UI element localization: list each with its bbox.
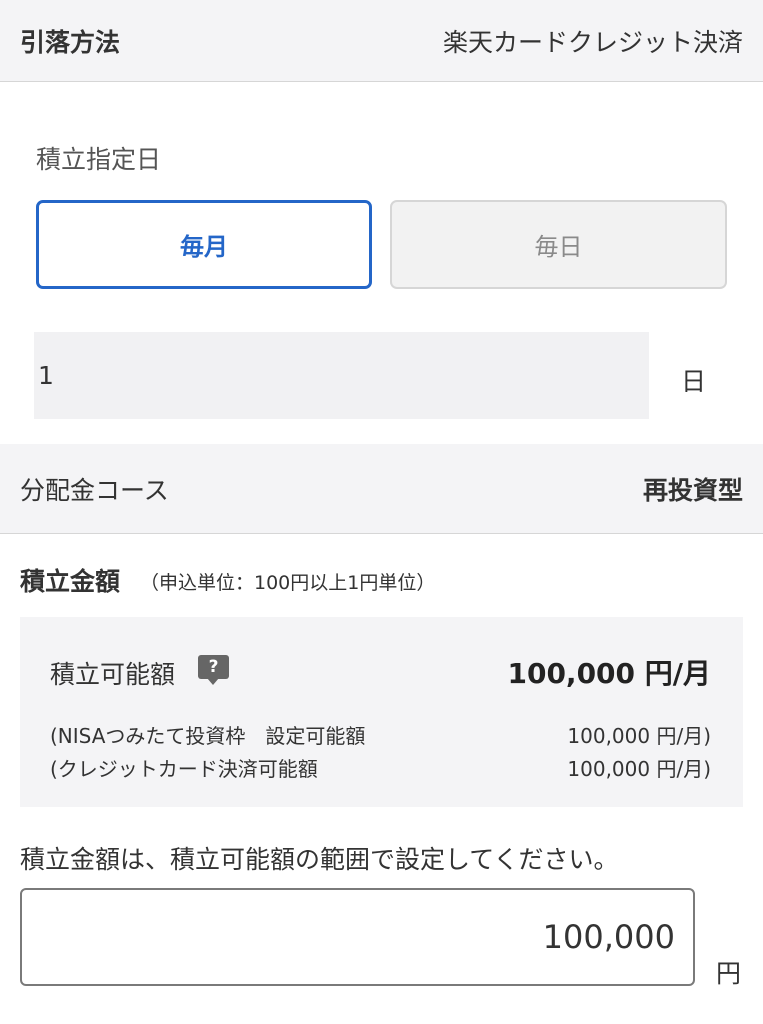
day-select[interactable]: 1 — [34, 332, 649, 419]
available-amount-label: 積立可能額 — [50, 660, 176, 689]
payment-method-label: 引落方法 — [20, 27, 121, 57]
amount-unit-label: 円 — [716, 959, 742, 988]
help-icon[interactable]: ? — [198, 655, 229, 685]
payment-method-value: 楽天カードクレジット決済 — [442, 27, 743, 57]
distribution-course-value: 再投資型 — [642, 475, 743, 505]
credit-limit-value: 100,000 円/月) — [567, 757, 711, 781]
schedule-day-label: 積立指定日 — [36, 145, 162, 174]
available-amount-panel: 積立可能額 ? 100,000 円/月 (NISAつみたて投資枠 設定可能額 1… — [20, 617, 743, 807]
credit-limit-label: (クレジットカード決済可能額 — [50, 757, 318, 781]
distribution-course-label: 分配金コース — [20, 475, 169, 505]
distribution-course-row[interactable]: 分配金コース 再投資型 — [0, 444, 763, 534]
amount-input[interactable]: 100,000 — [20, 888, 695, 986]
payment-method-row: 引落方法 楽天カードクレジット決済 — [0, 0, 763, 82]
amount-title: 積立金額 — [20, 567, 121, 596]
available-amount-value: 100,000 円/月 — [507, 657, 711, 690]
nisa-limit-label: (NISAつみたて投資枠 設定可能額 — [50, 724, 366, 748]
amount-instruction: 積立金額は、積立可能額の範囲で設定してください。 — [20, 845, 619, 874]
nisa-limit-value: 100,000 円/月) — [567, 724, 711, 748]
daily-button[interactable]: 毎日 — [390, 200, 727, 289]
day-unit-label: 日 — [681, 367, 707, 396]
amount-unit-note: （申込単位：100円以上1円単位） — [140, 572, 436, 594]
monthly-button[interactable]: 毎月 — [36, 200, 372, 289]
